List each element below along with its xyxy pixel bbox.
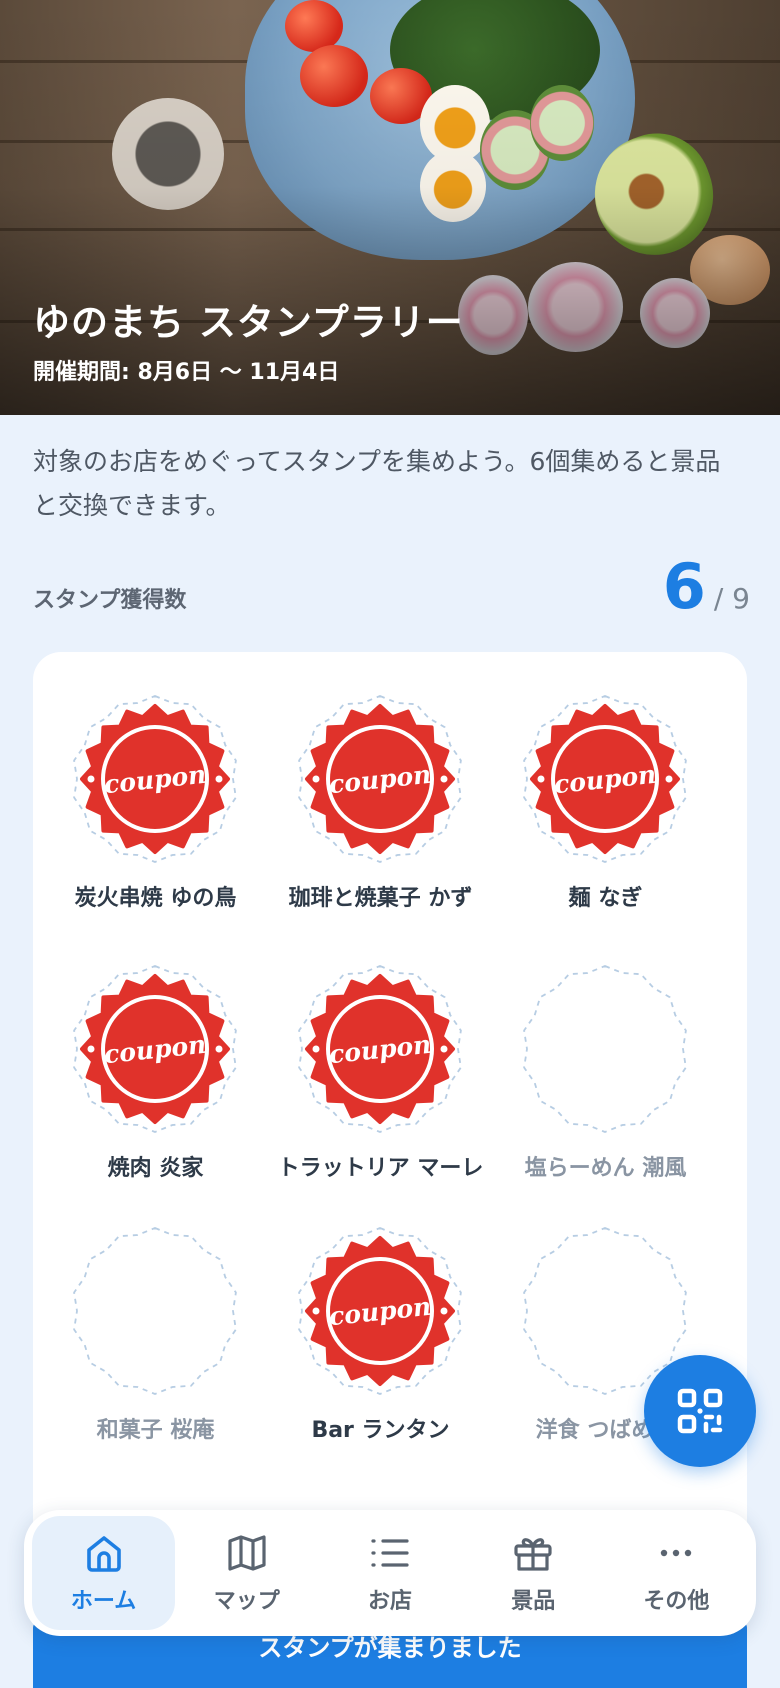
page-title: ゆのまち スタンプラリー bbox=[33, 301, 464, 344]
shop-name: Bar ランタン bbox=[311, 1418, 450, 1443]
empty-stamp-outline bbox=[523, 965, 687, 1133]
stamp-slot[interactable]: coupon 麺 なぎ bbox=[493, 695, 718, 965]
nav-shops[interactable]: お店 bbox=[318, 1516, 461, 1630]
qr-scan-button[interactable] bbox=[644, 1355, 756, 1467]
nav-shops-label: お店 bbox=[368, 1589, 413, 1614]
stamp-empty bbox=[71, 1227, 239, 1395]
stamp-slot[interactable]: coupon 珈琲と焼菓子 かず bbox=[268, 695, 493, 965]
empty-stamp-outline bbox=[73, 1227, 237, 1395]
stamp-collected: coupon bbox=[296, 1227, 464, 1395]
stamp-collected: coupon bbox=[521, 695, 689, 863]
stamp-slot[interactable]: coupon トラットリア マーレ bbox=[268, 965, 493, 1235]
coupon-stamp-icon: coupon bbox=[523, 695, 687, 863]
nav-more-label: その他 bbox=[643, 1589, 710, 1614]
hero-banner: ゆのまち スタンプラリー 開催期間: 8月6日 〜 11月4日 bbox=[0, 0, 780, 415]
nav-home[interactable]: ホーム bbox=[32, 1516, 176, 1630]
stamp-count-value: 6 bbox=[662, 550, 706, 623]
coupon-stamp-icon: coupon bbox=[73, 965, 237, 1133]
stamp-count: 6 / 9 bbox=[663, 556, 750, 618]
map-icon bbox=[228, 1535, 266, 1571]
coupon-stamp-icon: coupon bbox=[298, 695, 462, 863]
stamp-collected: coupon bbox=[296, 695, 464, 863]
event-period: 開催期間: 8月6日 〜 11月4日 bbox=[33, 360, 340, 385]
list-icon bbox=[371, 1539, 409, 1567]
stamp-slot[interactable]: coupon Bar ランタン bbox=[268, 1227, 493, 1497]
nav-prizes-label: 景品 bbox=[511, 1589, 556, 1614]
stamp-slot[interactable]: coupon 焼肉 炎家 bbox=[43, 965, 268, 1235]
stamp-collected: coupon bbox=[71, 965, 239, 1133]
coupon-stamp-icon: coupon bbox=[298, 965, 462, 1133]
stamp-count-label: スタンプ獲得数 bbox=[33, 588, 187, 613]
shop-name: 和菓子 桜庵 bbox=[96, 1418, 215, 1443]
more-icon bbox=[661, 1549, 692, 1557]
shop-name: 塩らーめん 潮風 bbox=[524, 1156, 687, 1181]
bottom-nav: ホーム マップ お店 景品 その他 bbox=[24, 1510, 756, 1636]
stamp-count-total: / 9 bbox=[713, 582, 750, 615]
intro-text: 対象のお店をめぐってスタンプを集めよう。6個集めると景品と交換できます。 bbox=[33, 447, 721, 520]
nav-more[interactable]: その他 bbox=[605, 1516, 748, 1630]
gift-icon bbox=[514, 1538, 552, 1571]
shop-name: トラットリア マーレ bbox=[277, 1156, 484, 1181]
coupon-stamp-icon: coupon bbox=[73, 695, 237, 863]
home-icon bbox=[86, 1536, 121, 1572]
qr-code-icon bbox=[677, 1388, 723, 1434]
shop-name: 珈琲と焼菓子 かず bbox=[288, 886, 473, 911]
stamp-empty bbox=[521, 965, 689, 1133]
stamp-slot[interactable]: 塩らーめん 潮風 bbox=[493, 965, 718, 1235]
shop-name: 焼肉 炎家 bbox=[107, 1156, 204, 1181]
nav-map[interactable]: マップ bbox=[175, 1516, 318, 1630]
stamp-slot[interactable]: coupon 炭火串焼 ゆの鳥 bbox=[43, 695, 268, 965]
coupon-stamp-icon: coupon bbox=[298, 1227, 462, 1395]
shop-name: 炭火串焼 ゆの鳥 bbox=[74, 886, 237, 911]
nav-home-label: ホーム bbox=[70, 1589, 137, 1614]
nav-prizes[interactable]: 景品 bbox=[462, 1516, 605, 1630]
stamp-collected: coupon bbox=[71, 695, 239, 863]
shop-name: 麺 なぎ bbox=[568, 886, 643, 911]
stamp-slot[interactable]: 和菓子 桜庵 bbox=[43, 1227, 268, 1497]
nav-map-label: マップ bbox=[213, 1589, 280, 1614]
stamp-collected: coupon bbox=[296, 965, 464, 1133]
